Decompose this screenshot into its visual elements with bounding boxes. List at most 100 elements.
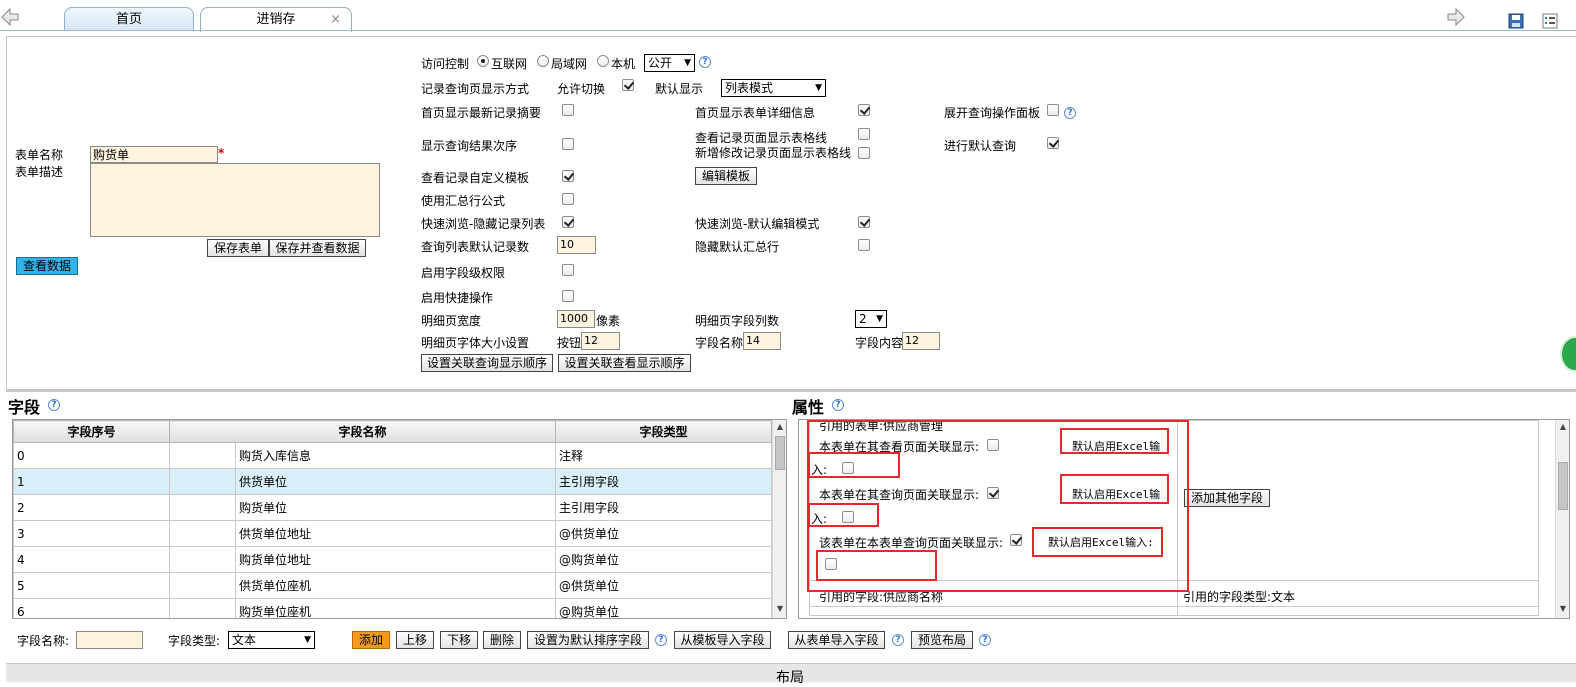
- default-query-label: 进行默认查询: [944, 139, 1017, 153]
- properties-scrollbar[interactable]: ▲ ▼: [1555, 420, 1569, 618]
- cell-blank: [169, 468, 236, 495]
- rel-view-order-button[interactable]: 设置关联查看显示顺序: [558, 354, 691, 372]
- help-icon[interactable]: ?: [699, 56, 711, 68]
- field-content-size-input[interactable]: 12: [902, 332, 940, 350]
- expand-panel-checkbox[interactable]: [1047, 104, 1059, 116]
- custom-template-label: 查看记录自定义模板: [421, 171, 530, 185]
- default-display-label: 默认显示: [655, 82, 704, 96]
- radio-lan[interactable]: [537, 55, 549, 67]
- field-name-size-input[interactable]: 14: [743, 332, 781, 350]
- scroll-down-icon[interactable]: ▼: [1558, 604, 1568, 613]
- access-select[interactable]: 公开 ▼: [644, 54, 695, 72]
- add-field-button[interactable]: 添加: [352, 631, 390, 649]
- delete-button[interactable]: 删除: [483, 631, 521, 649]
- default-count-input[interactable]: 10: [557, 236, 596, 254]
- scroll-thumb[interactable]: [775, 436, 785, 470]
- allow-switch-checkbox[interactable]: [622, 79, 634, 91]
- edit-template-button[interactable]: 编辑模板: [695, 167, 757, 185]
- field-name-size-label: 字段名称: [695, 336, 744, 350]
- help-icon[interactable]: ?: [832, 399, 844, 411]
- rel-query-order-button[interactable]: 设置关联查询显示顺序: [421, 354, 553, 372]
- col-header-type[interactable]: 字段类型: [555, 420, 773, 443]
- help-icon[interactable]: ?: [48, 399, 60, 411]
- properties-row-line: [809, 606, 1539, 607]
- import-from-table-button[interactable]: 从表单导入字段: [788, 631, 885, 649]
- scroll-up-icon[interactable]: ▲: [1558, 422, 1568, 431]
- tab-inventory[interactable]: 进销存 ×: [200, 7, 352, 32]
- table-row[interactable]: 4 购货单位地址 @购货单位: [13, 546, 773, 573]
- table-row[interactable]: 5 供货单位座机 @供货单位: [13, 572, 773, 599]
- view-gridlines-checkbox[interactable]: [858, 128, 870, 140]
- quick-ops-checkbox[interactable]: [562, 290, 574, 302]
- tab-home-label: 首页: [115, 12, 142, 27]
- summary-formula-checkbox[interactable]: [562, 193, 574, 205]
- scroll-up-icon[interactable]: ▲: [775, 422, 785, 431]
- back-arrow-icon[interactable]: [0, 7, 20, 27]
- table-row[interactable]: 0 购货入库信息 注释: [13, 442, 773, 469]
- help-icon[interactable]: ?: [655, 634, 667, 646]
- preview-layout-button[interactable]: 预览布局: [911, 631, 973, 649]
- scroll-down-icon[interactable]: ▼: [775, 604, 785, 613]
- new-field-name-label: 字段名称:: [17, 634, 70, 648]
- table-row-selected[interactable]: 1 供货单位 主引用字段: [13, 468, 773, 495]
- import-from-template-button[interactable]: 从模板导入字段: [674, 631, 771, 649]
- cell-name: 供货单位: [234, 468, 557, 495]
- detail-cols-select[interactable]: 2 ▼: [855, 310, 887, 328]
- home-latest-label: 首页显示最新记录摘要: [421, 106, 542, 120]
- forward-arrow-icon[interactable]: [1446, 7, 1466, 27]
- table-row[interactable]: 3 供货单位地址 @供货单位: [13, 520, 773, 547]
- list-view-icon[interactable]: [1542, 13, 1558, 29]
- cell-blank: [169, 572, 236, 599]
- help-icon[interactable]: ?: [892, 634, 904, 646]
- save-disk-icon[interactable]: [1508, 13, 1524, 29]
- hide-summary-checkbox[interactable]: [858, 239, 870, 251]
- default-query-checkbox[interactable]: [1047, 137, 1059, 149]
- help-icon[interactable]: ?: [979, 634, 991, 646]
- add-other-field-button[interactable]: 添加其他字段: [1184, 489, 1270, 507]
- quick-hide-label: 快速浏览-隐藏记录列表: [421, 217, 546, 231]
- table-row[interactable]: 2 购货单位 主引用字段: [13, 494, 773, 521]
- col-header-name[interactable]: 字段名称: [168, 420, 557, 443]
- layout-section-header: 布局: [6, 663, 1576, 686]
- form-desc-textarea[interactable]: [90, 163, 380, 237]
- quick-hide-checkbox[interactable]: [562, 216, 574, 228]
- fields-table-container: 字段序号 字段名称 字段类型 0 购货入库信息 注释 1 供货单位 主引用字段 2 …: [12, 419, 787, 619]
- default-display-select[interactable]: 列表模式 ▼: [721, 79, 826, 97]
- quick-edit-checkbox[interactable]: [858, 216, 870, 228]
- save-form-button[interactable]: 保存表单: [207, 239, 269, 257]
- col-header-no[interactable]: 字段序号: [13, 420, 170, 443]
- tab-close-icon[interactable]: ×: [330, 8, 341, 32]
- field-permission-checkbox[interactable]: [562, 264, 574, 276]
- fields-scrollbar[interactable]: ▲ ▼: [772, 420, 786, 618]
- scroll-thumb[interactable]: [1558, 462, 1568, 510]
- new-field-name-input[interactable]: [76, 631, 143, 649]
- radio-internet[interactable]: [477, 55, 489, 67]
- move-up-button[interactable]: 上移: [396, 631, 434, 649]
- table-row[interactable]: 6 购货单位座机 @购货单位: [13, 598, 773, 618]
- home-latest-checkbox[interactable]: [562, 104, 574, 116]
- access-control-label: 访问控制: [421, 57, 470, 71]
- tab-underline: [0, 30, 1576, 31]
- edit-gridlines-checkbox[interactable]: [858, 147, 870, 159]
- home-detail-checkbox[interactable]: [858, 104, 870, 116]
- save-and-view-button[interactable]: 保存并查看数据: [269, 239, 366, 257]
- dropdown-arrow-icon: ▼: [815, 83, 822, 93]
- set-default-sort-button[interactable]: 设置为默认排序字段: [527, 631, 649, 649]
- cell-no: 6: [13, 598, 170, 618]
- view-data-button[interactable]: 查看数据: [16, 257, 78, 275]
- show-order-checkbox[interactable]: [562, 138, 574, 150]
- move-down-button[interactable]: 下移: [440, 631, 478, 649]
- cell-no: 4: [13, 546, 170, 573]
- button-size-input[interactable]: 12: [581, 332, 620, 350]
- detail-width-input[interactable]: 1000: [557, 310, 595, 328]
- cell-name: 供货单位地址: [234, 520, 557, 547]
- cell-no: 2: [13, 494, 170, 521]
- tab-home[interactable]: 首页: [64, 7, 194, 31]
- new-field-type-select[interactable]: 文本 ▼: [228, 631, 315, 649]
- radio-local[interactable]: [597, 55, 609, 67]
- new-field-type-value: 文本: [232, 633, 257, 647]
- custom-template-checkbox[interactable]: [562, 170, 574, 182]
- form-name-input[interactable]: 购货单: [90, 146, 218, 163]
- help-icon[interactable]: ?: [1064, 107, 1076, 119]
- dropdown-arrow-icon: ▼: [684, 58, 691, 68]
